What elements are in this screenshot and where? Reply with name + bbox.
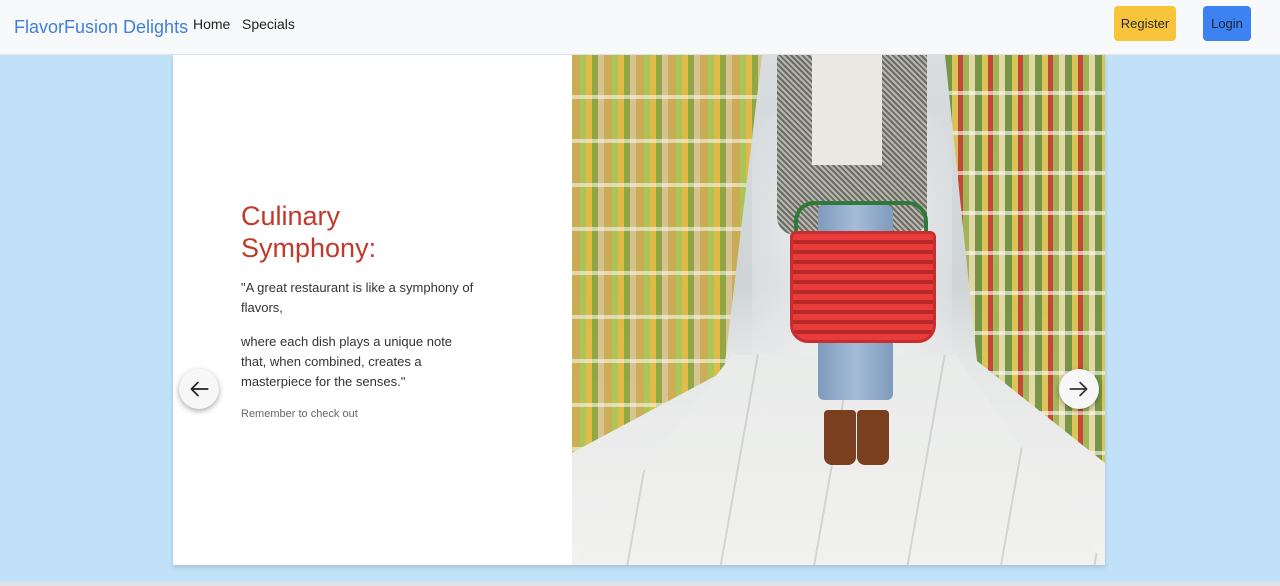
login-button[interactable]: Login [1203,6,1251,41]
carousel-prev-button[interactable] [179,369,219,409]
navbar: FlavorFusion Delights Home Specials Regi… [0,0,1280,55]
nav-link-home[interactable]: Home [193,16,230,32]
shopper-boot-left [824,410,856,465]
shopper-sweater [812,55,882,165]
carousel-title: Culinary Symphony: [241,201,377,263]
quote-line-2: where each dish plays a unique note that… [241,334,453,389]
shopping-basket [790,231,936,343]
quote-line-1: "A great restaurant is like a symphony o… [241,280,474,315]
hero-carousel: Culinary Symphony: "A great restaurant i… [173,55,1105,565]
carousel-caption: Culinary Symphony: "A great restaurant i… [241,200,481,420]
shopper-boot-right [857,410,889,465]
register-button[interactable]: Register [1114,6,1176,41]
brand-logo[interactable]: FlavorFusion Delights [14,17,188,38]
nav-link-specials[interactable]: Specials [242,16,295,32]
supermarket-photo [572,55,1105,565]
carousel-next-button[interactable] [1059,369,1099,409]
page-footer-edge [0,582,1280,586]
carousel-footnote: Remember to check out [241,408,358,420]
arrow-left-icon [190,381,209,397]
arrow-right-icon [1069,381,1088,397]
